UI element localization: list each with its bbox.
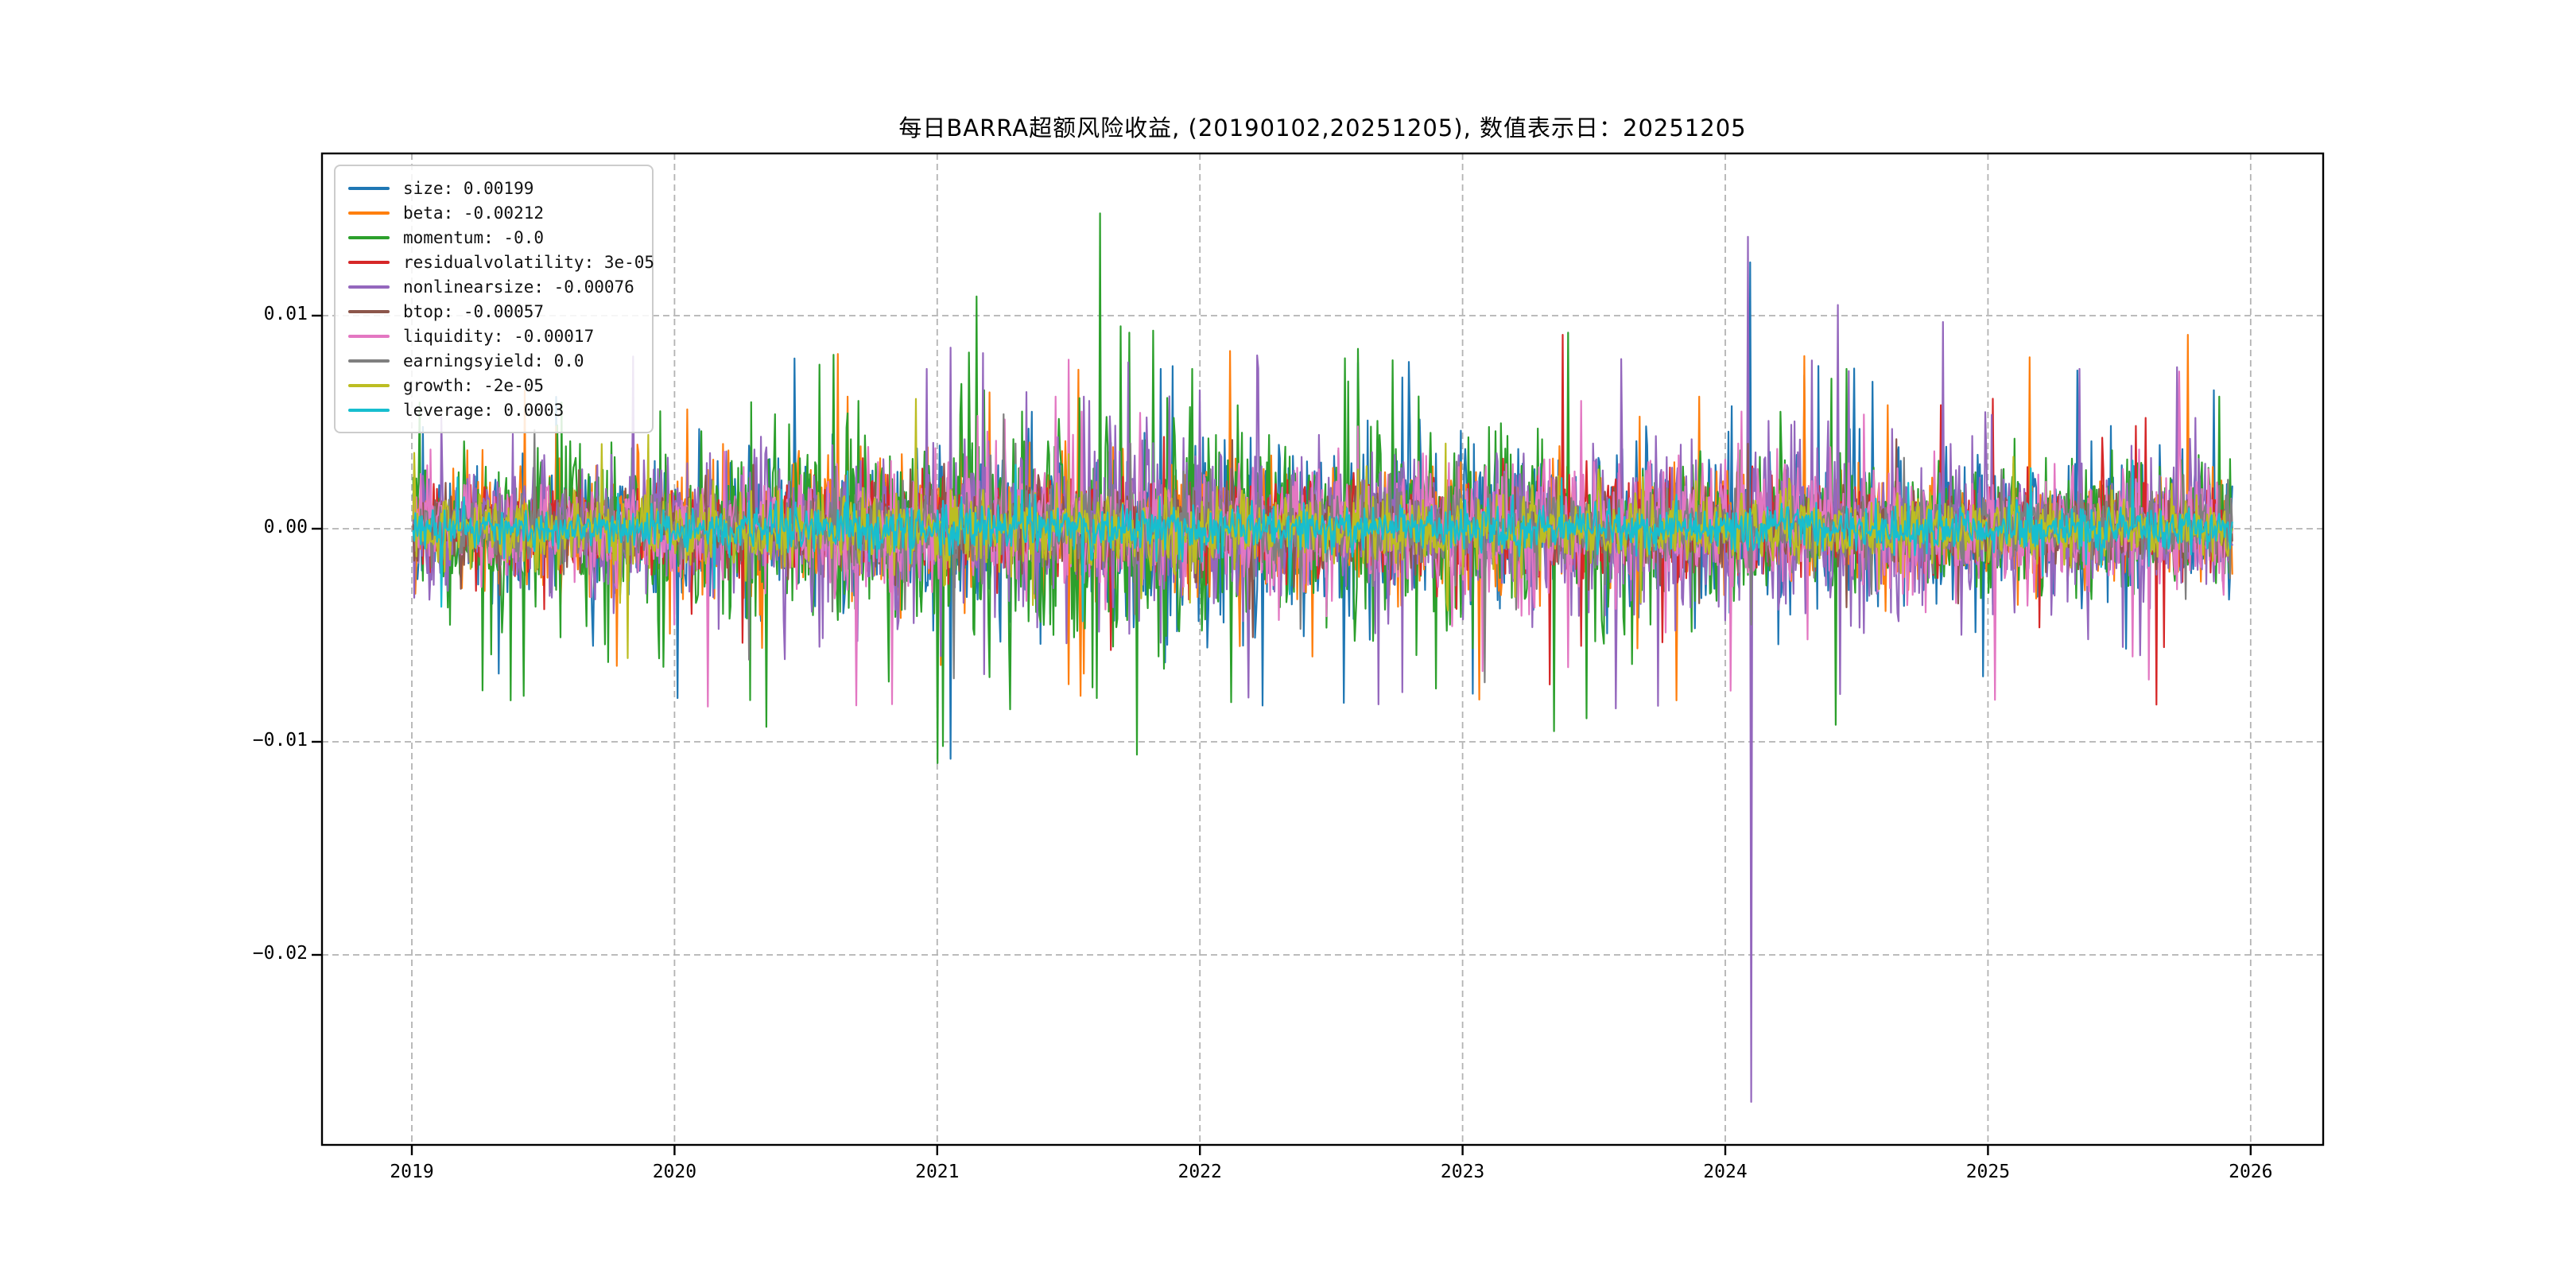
legend-item-residualvolatility: residualvolatility: 3e-05 <box>348 250 641 274</box>
legend-item-beta: beta: -0.00212 <box>348 200 641 225</box>
x-tick-2021: 2021 <box>886 1162 989 1182</box>
tick-marks <box>312 316 2251 1155</box>
series-line-nonlinearsize <box>413 237 2233 1102</box>
legend-swatch-earningsyield <box>348 359 390 363</box>
legend-swatch-leverage <box>348 409 390 412</box>
x-tick-2025: 2025 <box>1936 1162 2039 1182</box>
y-tick-0.01: 0.01 <box>204 304 308 324</box>
legend-label-residualvolatility: residualvolatility: 3e-05 <box>403 253 654 272</box>
legend-label-leverage: leverage: 0.0003 <box>403 401 564 420</box>
legend-swatch-nonlinearsize <box>348 285 390 289</box>
legend-label-size: size: 0.00199 <box>403 179 533 198</box>
y-tick-0.00: 0.00 <box>204 517 308 537</box>
x-tick-2020: 2020 <box>623 1162 726 1182</box>
x-tick-2024: 2024 <box>1674 1162 1777 1182</box>
legend-label-nonlinearsize: nonlinearsize: -0.00076 <box>403 277 634 297</box>
legend-item-leverage: leverage: 0.0003 <box>348 398 641 422</box>
legend-swatch-size <box>348 187 390 190</box>
legend-label-beta: beta: -0.00212 <box>403 204 544 223</box>
legend-swatch-liquidity <box>348 335 390 338</box>
legend-item-growth: growth: -2e-05 <box>348 373 641 398</box>
legend-item-earningsyield: earningsyield: 0.0 <box>348 348 641 373</box>
y-tick-−0.01: −0.01 <box>204 730 308 751</box>
legend-label-earningsyield: earningsyield: 0.0 <box>403 351 584 370</box>
legend-item-liquidity: liquidity: -0.00017 <box>348 324 641 348</box>
legend-label-momentum: momentum: -0.0 <box>403 228 544 247</box>
legend-item-size: size: 0.00199 <box>348 176 641 200</box>
figure: 每日BARRA超额风险收益, (20190102,20251205), 数值表示… <box>0 0 2576 1288</box>
legend-item-btop: btop: -0.00057 <box>348 299 641 324</box>
legend-label-liquidity: liquidity: -0.00017 <box>403 327 594 346</box>
x-tick-2026: 2026 <box>2199 1162 2302 1182</box>
x-tick-2023: 2023 <box>1411 1162 1515 1182</box>
legend-swatch-growth <box>348 384 390 387</box>
legend-swatch-btop <box>348 310 390 313</box>
legend-label-growth: growth: -2e-05 <box>403 376 544 395</box>
y-tick-−0.02: −0.02 <box>204 943 308 964</box>
x-tick-2022: 2022 <box>1148 1162 1251 1182</box>
legend-swatch-momentum <box>348 236 390 239</box>
legend-item-nonlinearsize: nonlinearsize: -0.00076 <box>348 274 641 299</box>
legend-item-momentum: momentum: -0.0 <box>348 225 641 250</box>
data-series-group <box>413 213 2233 1102</box>
legend-swatch-residualvolatility <box>348 261 390 264</box>
legend: size: 0.00199 beta: -0.00212 momentum: -0.… <box>334 165 654 433</box>
x-tick-2019: 2019 <box>360 1162 464 1182</box>
legend-swatch-beta <box>348 211 390 215</box>
legend-label-btop: btop: -0.00057 <box>403 302 544 321</box>
